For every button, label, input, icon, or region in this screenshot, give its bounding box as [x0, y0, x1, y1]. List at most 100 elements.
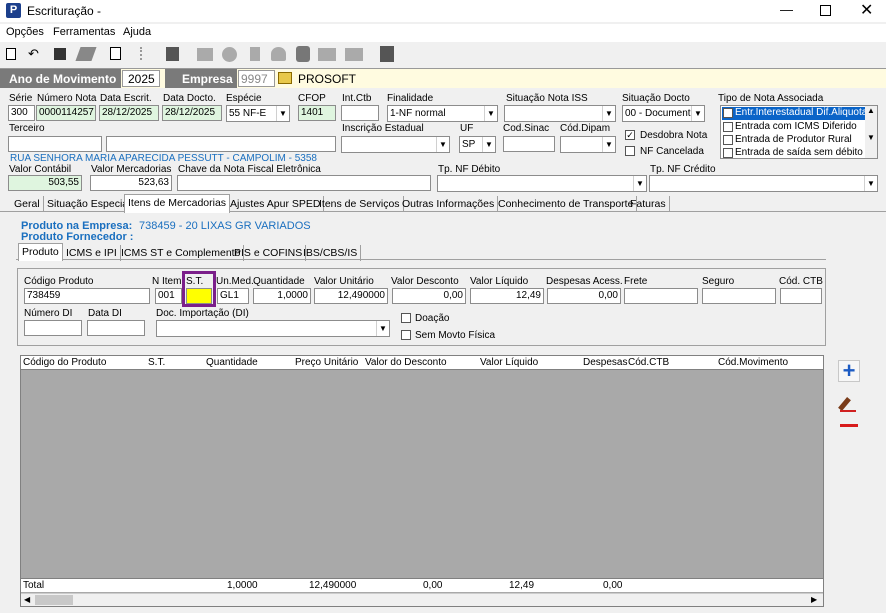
n-item-input[interactable]: 001 — [155, 288, 182, 304]
serie-input[interactable]: 300 — [8, 105, 35, 121]
grid-icon[interactable] — [318, 48, 336, 61]
quantidade-input[interactable]: 1,0000 — [253, 288, 311, 304]
subtab-pis-cofins[interactable]: PIS e COFINS — [231, 245, 307, 261]
tab-itens-mercadorias[interactable]: Itens de Mercadorias — [124, 194, 231, 213]
doc-import-select[interactable]: ▼ — [156, 320, 390, 337]
tab-outras-info[interactable]: Outras Informações — [399, 196, 499, 212]
desdobra-checkbox[interactable]: ✓ — [625, 130, 635, 140]
preview-icon[interactable] — [110, 47, 121, 60]
numero-di-input[interactable] — [24, 320, 82, 336]
tab-situacao-especial[interactable]: Situação Especial — [44, 196, 135, 212]
cod-sinac-input[interactable] — [503, 136, 555, 152]
coins-icon[interactable] — [296, 46, 310, 62]
tab-itens-servicos[interactable]: Itens de Serviços — [316, 196, 404, 212]
subtab-ibs-cbs[interactable]: IBS/CBS/IS — [300, 245, 362, 261]
menu-opcoes[interactable]: Opções — [6, 26, 44, 38]
ano-input[interactable]: 2025 — [122, 70, 160, 87]
tp-credito-select[interactable]: ▼ — [649, 175, 878, 192]
valor-unit-input[interactable]: 12,490000 — [314, 288, 388, 304]
tab-ajustes-apur[interactable]: Ajustes Apur SPED — [227, 196, 325, 212]
col-quantidade[interactable]: Quantidade — [206, 357, 258, 368]
checkbox[interactable] — [723, 148, 733, 158]
un-med-input[interactable]: GL1 — [217, 288, 249, 304]
tp-debito-select[interactable]: ▼ — [437, 175, 647, 192]
despesas-input[interactable]: 0,00 — [547, 288, 621, 304]
edit-item-button[interactable] — [838, 395, 860, 415]
checkbox[interactable] — [723, 135, 733, 145]
cod-ctb-input[interactable] — [780, 288, 822, 304]
maximize-button[interactable] — [820, 5, 831, 16]
doacao-checkbox[interactable] — [401, 313, 411, 323]
valor-merc-input[interactable]: 523,63 — [90, 175, 172, 191]
list-item[interactable]: Entr.Interestadual Dif.Aliquota — [722, 107, 866, 120]
scroll-left-icon[interactable]: ◀ — [24, 595, 30, 604]
terceiro-code-input[interactable] — [8, 136, 102, 152]
data-di-input[interactable] — [87, 320, 145, 336]
items-grid[interactable] — [20, 355, 824, 607]
col-despesas[interactable]: Despesas — [583, 357, 627, 368]
empresa-code-input[interactable]: 9997 — [238, 70, 275, 87]
sem-movto-checkbox[interactable] — [401, 330, 411, 340]
horizontal-scrollbar[interactable]: ◀ ▶ — [21, 593, 823, 606]
save-icon[interactable] — [54, 48, 66, 60]
uf-select[interactable]: SP ▼ — [459, 136, 496, 153]
valor-desc-input[interactable]: 0,00 — [392, 288, 466, 304]
cod-dipam-select[interactable]: ▼ — [560, 136, 616, 153]
checkbox[interactable] — [723, 108, 733, 118]
minimize-button[interactable]: — — [780, 2, 793, 17]
table-icon[interactable] — [345, 48, 363, 61]
menu-ferramentas[interactable]: Ferramentas — [53, 26, 115, 38]
edit-icon[interactable] — [75, 47, 97, 61]
tab-faturas[interactable]: Faturas — [627, 196, 670, 212]
calculator-icon[interactable] — [166, 47, 179, 61]
list-item[interactable]: Entrada de saída sem débito — [735, 147, 863, 158]
close-button[interactable]: ✕ — [860, 0, 873, 20]
cancelada-checkbox[interactable] — [625, 146, 635, 156]
cfop-input[interactable]: 1401 — [298, 105, 336, 121]
insc-est-select[interactable]: ▼ — [341, 136, 450, 153]
col-cod-movimento[interactable]: Cód.Movimento — [718, 357, 788, 368]
st-input[interactable] — [186, 288, 212, 304]
subtab-produto[interactable]: Produto — [18, 243, 63, 261]
remove-item-button[interactable] — [838, 418, 860, 434]
new-icon[interactable] — [6, 48, 16, 60]
download-icon[interactable] — [250, 47, 260, 61]
valor-liq-input[interactable]: 12,49 — [470, 288, 544, 304]
sit-docto-select[interactable]: 00 - Document ▼ — [622, 105, 705, 122]
chave-input[interactable] — [177, 175, 431, 191]
intctb-input[interactable] — [341, 105, 379, 121]
frete-input[interactable] — [624, 288, 698, 304]
undo-icon[interactable]: ↶ — [28, 46, 44, 62]
scroll-right-icon[interactable]: ▶ — [811, 595, 817, 604]
tipo-assoc-list[interactable]: Entr.Interestadual Dif.Aliquota Entrada … — [720, 105, 878, 159]
col-cod-ctb[interactable]: Cód.CTB — [628, 357, 669, 368]
data-docto-input[interactable]: 28/12/2025 — [162, 105, 222, 121]
user-icon[interactable] — [271, 47, 286, 61]
tree-icon[interactable] — [140, 47, 152, 60]
col-desconto[interactable]: Valor do Desconto — [365, 357, 447, 368]
list-item[interactable]: Entrada com ICMS Diferido — [735, 121, 857, 132]
folder-icon[interactable] — [197, 48, 213, 61]
checkbox[interactable] — [723, 122, 733, 132]
col-st[interactable]: S.T. — [148, 357, 165, 368]
tab-conhecimento[interactable]: Conhecimento de Transporte — [495, 196, 638, 212]
tab-geral[interactable]: Geral — [11, 196, 44, 212]
add-item-button[interactable]: + — [838, 360, 860, 382]
list-item[interactable]: Entrada de Produtor Rural — [735, 134, 852, 145]
seguro-input[interactable] — [702, 288, 776, 304]
subtab-icms-ipi[interactable]: ICMS e IPI — [63, 245, 121, 261]
terceiro-name-input[interactable] — [106, 136, 336, 152]
exit-icon[interactable] — [380, 46, 394, 62]
folder-open-icon[interactable] — [278, 72, 292, 84]
col-preco[interactable]: Preço Unitário — [295, 357, 358, 368]
gear-icon[interactable] — [222, 47, 237, 62]
subtab-icms-st[interactable]: ICMS ST e Complemento — [118, 245, 245, 261]
col-liquido[interactable]: Valor Líquido — [480, 357, 538, 368]
col-codigo[interactable]: Código do Produto — [23, 357, 106, 368]
valor-contabil-input[interactable]: 503,55 — [8, 175, 82, 191]
scroll-thumb[interactable] — [35, 595, 73, 605]
sit-iss-select[interactable]: ▼ — [504, 105, 616, 122]
data-escrit-input[interactable]: 28/12/2025 — [99, 105, 159, 121]
codigo-input[interactable]: 738459 — [24, 288, 150, 304]
numero-input[interactable]: 0000114257 — [36, 105, 96, 121]
